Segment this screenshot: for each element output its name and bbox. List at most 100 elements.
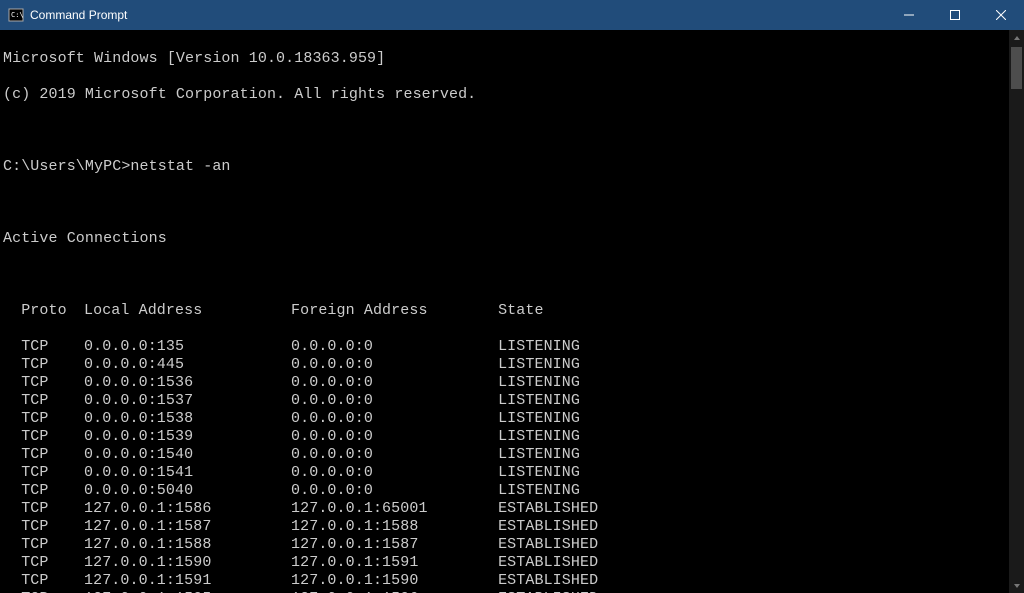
- cell-foreign-address: 127.0.0.1:1591: [291, 554, 498, 572]
- cell-state: LISTENING: [498, 374, 580, 391]
- connection-row: TCP127.0.0.1:1588127.0.0.1:1587ESTABLISH…: [3, 536, 1009, 554]
- cell-state: LISTENING: [498, 410, 580, 427]
- version-line: Microsoft Windows [Version 10.0.18363.95…: [3, 50, 1009, 68]
- cell-local-address: 0.0.0.0:135: [84, 338, 291, 356]
- cell-local-address: 127.0.0.1:1590: [84, 554, 291, 572]
- scroll-down-button[interactable]: [1009, 578, 1024, 593]
- cell-foreign-address: 0.0.0.0:0: [291, 356, 498, 374]
- cell-local-address: 0.0.0.0:445: [84, 356, 291, 374]
- cell-proto: TCP: [3, 338, 84, 356]
- cell-local-address: 0.0.0.0:1539: [84, 428, 291, 446]
- cell-state: ESTABLISHED: [498, 536, 598, 553]
- cell-state: LISTENING: [498, 356, 580, 373]
- cell-proto: TCP: [3, 446, 84, 464]
- cell-proto: TCP: [3, 482, 84, 500]
- cell-proto: TCP: [3, 374, 84, 392]
- blank-line: [3, 266, 1009, 284]
- cell-foreign-address: 127.0.0.1:1590: [291, 572, 498, 590]
- cell-proto: TCP: [3, 500, 84, 518]
- cell-local-address: 0.0.0.0:5040: [84, 482, 291, 500]
- cell-state: ESTABLISHED: [498, 572, 598, 589]
- cell-state: LISTENING: [498, 446, 580, 463]
- cell-local-address: 127.0.0.1:1588: [84, 536, 291, 554]
- cell-local-address: 127.0.0.1:1591: [84, 572, 291, 590]
- cell-local-address: 127.0.0.1:1586: [84, 500, 291, 518]
- cell-proto: TCP: [3, 428, 84, 446]
- window-controls: [886, 0, 1024, 30]
- cell-proto: TCP: [3, 536, 84, 554]
- col-foreign: Foreign Address: [291, 302, 498, 320]
- cell-proto: TCP: [3, 518, 84, 536]
- connection-row: TCP0.0.0.0:4450.0.0.0:0LISTENING: [3, 356, 1009, 374]
- cell-proto: TCP: [3, 572, 84, 590]
- cell-foreign-address: 0.0.0.0:0: [291, 482, 498, 500]
- cell-proto: TCP: [3, 554, 84, 572]
- close-icon: [996, 10, 1006, 20]
- connection-row: TCP0.0.0.0:1350.0.0.0:0LISTENING: [3, 338, 1009, 356]
- copyright-line: (c) 2019 Microsoft Corporation. All righ…: [3, 86, 1009, 104]
- connection-row: TCP0.0.0.0:15390.0.0.0:0LISTENING: [3, 428, 1009, 446]
- col-proto: Proto: [3, 302, 84, 320]
- app-icon: C:\: [8, 7, 24, 23]
- cell-state: LISTENING: [498, 338, 580, 355]
- maximize-button[interactable]: [932, 0, 978, 30]
- connection-row: TCP0.0.0.0:15410.0.0.0:0LISTENING: [3, 464, 1009, 482]
- connection-row: TCP0.0.0.0:50400.0.0.0:0LISTENING: [3, 482, 1009, 500]
- maximize-icon: [950, 10, 960, 20]
- scrollbar-thumb[interactable]: [1011, 47, 1022, 89]
- window-titlebar: C:\ Command Prompt: [0, 0, 1024, 30]
- cell-state: LISTENING: [498, 464, 580, 481]
- cell-proto: TCP: [3, 464, 84, 482]
- cell-proto: TCP: [3, 410, 84, 428]
- cell-local-address: 0.0.0.0:1538: [84, 410, 291, 428]
- cell-foreign-address: 0.0.0.0:0: [291, 374, 498, 392]
- cell-foreign-address: 127.0.0.1:65001: [291, 500, 498, 518]
- cell-local-address: 0.0.0.0:1537: [84, 392, 291, 410]
- minimize-icon: [904, 10, 914, 20]
- cell-local-address: 0.0.0.0:1536: [84, 374, 291, 392]
- col-state: State: [498, 302, 544, 319]
- cell-foreign-address: 0.0.0.0:0: [291, 446, 498, 464]
- cell-local-address: 0.0.0.0:1540: [84, 446, 291, 464]
- connection-row: TCP0.0.0.0:15370.0.0.0:0LISTENING: [3, 392, 1009, 410]
- cell-foreign-address: 0.0.0.0:0: [291, 410, 498, 428]
- connection-row: TCP127.0.0.1:1591127.0.0.1:1590ESTABLISH…: [3, 572, 1009, 590]
- cell-foreign-address: 0.0.0.0:0: [291, 338, 498, 356]
- minimize-button[interactable]: [886, 0, 932, 30]
- svg-text:C:\: C:\: [11, 11, 24, 19]
- terminal-output[interactable]: Microsoft Windows [Version 10.0.18363.95…: [0, 30, 1009, 593]
- cell-foreign-address: 127.0.0.1:1588: [291, 518, 498, 536]
- cell-proto: TCP: [3, 356, 84, 374]
- connection-row: TCP0.0.0.0:15360.0.0.0:0LISTENING: [3, 374, 1009, 392]
- cell-state: ESTABLISHED: [498, 518, 598, 535]
- cell-foreign-address: 0.0.0.0:0: [291, 464, 498, 482]
- vertical-scrollbar[interactable]: [1009, 30, 1024, 593]
- cell-state: ESTABLISHED: [498, 500, 598, 517]
- col-local: Local Address: [84, 302, 291, 320]
- cell-foreign-address: 0.0.0.0:0: [291, 428, 498, 446]
- connection-row: TCP127.0.0.1:1587127.0.0.1:1588ESTABLISH…: [3, 518, 1009, 536]
- cell-foreign-address: 0.0.0.0:0: [291, 392, 498, 410]
- window-title: Command Prompt: [30, 8, 886, 22]
- cell-local-address: 0.0.0.0:1541: [84, 464, 291, 482]
- blank-line: [3, 194, 1009, 212]
- prompt-line: C:\Users\MyPC>netstat -an: [3, 158, 1009, 176]
- cell-proto: TCP: [3, 392, 84, 410]
- active-connections-header: Active Connections: [3, 230, 1009, 248]
- chevron-down-icon: [1013, 582, 1021, 590]
- cell-state: LISTENING: [498, 392, 580, 409]
- cell-state: LISTENING: [498, 482, 580, 499]
- connection-row: TCP0.0.0.0:15400.0.0.0:0LISTENING: [3, 446, 1009, 464]
- blank-line: [3, 122, 1009, 140]
- cell-foreign-address: 127.0.0.1:1587: [291, 536, 498, 554]
- close-button[interactable]: [978, 0, 1024, 30]
- connection-row: TCP127.0.0.1:1590127.0.0.1:1591ESTABLISH…: [3, 554, 1009, 572]
- chevron-up-icon: [1013, 34, 1021, 42]
- scroll-up-button[interactable]: [1009, 30, 1024, 45]
- terminal-area: Microsoft Windows [Version 10.0.18363.95…: [0, 30, 1024, 593]
- connection-row: TCP127.0.0.1:1586127.0.0.1:65001ESTABLIS…: [3, 500, 1009, 518]
- cell-state: LISTENING: [498, 428, 580, 445]
- cell-state: ESTABLISHED: [498, 554, 598, 571]
- cell-local-address: 127.0.0.1:1587: [84, 518, 291, 536]
- connection-row: TCP0.0.0.0:15380.0.0.0:0LISTENING: [3, 410, 1009, 428]
